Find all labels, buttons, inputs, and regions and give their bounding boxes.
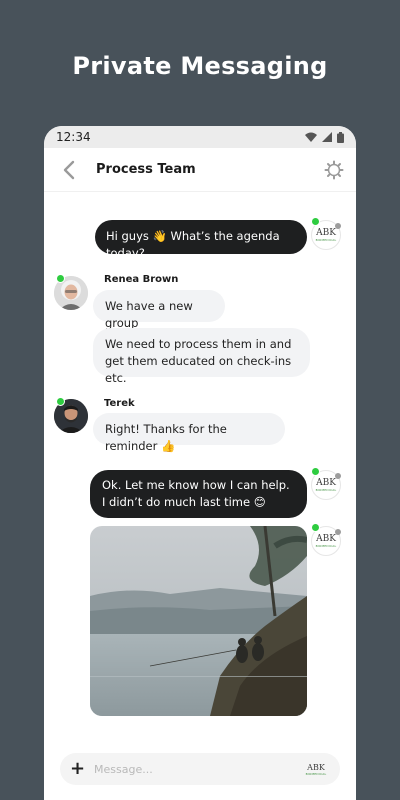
chevron-left-icon <box>63 160 75 179</box>
online-indicator <box>311 217 320 226</box>
avatar-renea-brown[interactable] <box>54 274 88 310</box>
avatar-terek[interactable] <box>54 397 88 433</box>
back-button[interactable] <box>62 160 82 180</box>
message-bubble-incoming[interactable]: Right! Thanks for the reminder 👍 <box>93 413 285 453</box>
abk-logo-letters: ABK <box>316 227 336 238</box>
sender-name: Terek <box>104 398 135 409</box>
message-input[interactable] <box>94 757 304 781</box>
headline: Private Messaging <box>72 52 328 80</box>
status-time: 12:34 <box>56 130 91 144</box>
message-bubble-incoming[interactable]: We need to process them in and get them … <box>93 328 310 385</box>
abk-logo-tagline: BIOMEDICAL <box>315 543 337 548</box>
lake-photo <box>90 526 307 716</box>
abk-logo: ABK BIOMEDICAL <box>304 757 328 781</box>
own-avatar: ABK BIOMEDICAL <box>311 217 341 250</box>
abk-logo-letters: ABK <box>316 533 336 544</box>
message-bubble-outgoing[interactable]: Ok. Let me know how I can help. I didn’t… <box>90 470 307 518</box>
abk-logo-letters: ABK <box>316 477 336 488</box>
chat-title: Process Team <box>96 162 196 177</box>
phone-screen: 12:34 Process Team Hi guys 👋 What’s the … <box>44 126 356 800</box>
online-indicator <box>311 467 320 476</box>
battery-icon <box>337 131 344 143</box>
chat-header: Process Team <box>44 148 356 192</box>
own-avatar: ABK BIOMEDICAL <box>311 467 341 500</box>
status-bar: 12:34 <box>44 126 356 148</box>
online-indicator <box>56 397 65 406</box>
wifi-icon <box>305 132 317 142</box>
settings-button[interactable] <box>324 160 344 180</box>
sender-name: Renea Brown <box>104 274 179 285</box>
online-indicator <box>56 274 65 283</box>
plus-icon[interactable]: + <box>70 760 86 778</box>
own-avatar: ABK BIOMEDICAL <box>311 523 341 556</box>
status-icons <box>305 131 344 143</box>
message-bubble-outgoing[interactable]: Hi guys 👋 What’s the agenda today? <box>95 220 307 260</box>
chat-thread[interactable]: Hi guys 👋 What’s the agenda today? ABK B… <box>44 192 356 792</box>
abk-logo-letters: ABK <box>307 762 325 772</box>
online-indicator <box>311 523 320 532</box>
message-bubble-incoming[interactable]: We have a new group <box>93 290 225 330</box>
abk-logo-tagline: BIOMEDICAL <box>315 487 337 492</box>
abk-logo-tagline: BIOMEDICAL <box>305 771 327 776</box>
signal-icon <box>322 132 332 142</box>
settings-icon <box>324 160 344 180</box>
message-composer: + ABK BIOMEDICAL <box>60 753 340 785</box>
abk-logo-tagline: BIOMEDICAL <box>315 237 337 242</box>
image-message[interactable] <box>90 526 307 716</box>
